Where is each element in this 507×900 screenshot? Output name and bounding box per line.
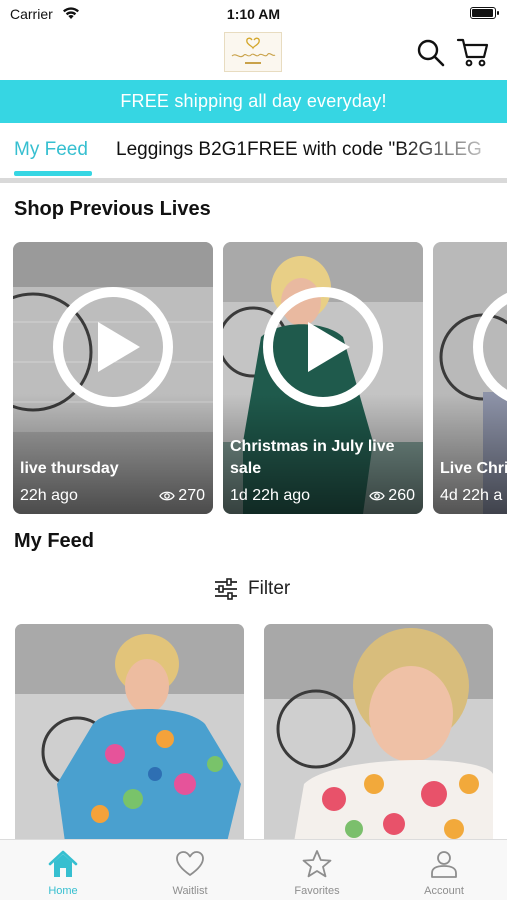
star-icon — [302, 850, 332, 878]
play-icon[interactable] — [472, 286, 507, 408]
tabbar-item-home[interactable]: Home — [0, 840, 126, 900]
live-title: Live Chri — [440, 460, 507, 477]
section-title-my-feed: My Feed — [14, 530, 95, 552]
tabbar-item-account[interactable]: Account — [381, 840, 507, 900]
battery-icon — [470, 7, 499, 19]
live-age: 22h ago — [20, 487, 78, 504]
live-meta: 1d 22h ago 260 — [230, 487, 415, 505]
feed-product-card[interactable] — [264, 624, 493, 842]
tabs-divider — [0, 178, 507, 183]
category-tabs: My Feed Leggings B2G1FREE with code "B2G… — [0, 123, 507, 179]
tabbar-label: Account — [424, 885, 464, 897]
home-icon — [48, 850, 78, 877]
battery-level — [472, 9, 493, 17]
account-icon — [431, 851, 457, 878]
live-meta: 4d 22h a — [440, 487, 507, 505]
live-meta: 22h ago 270 — [20, 487, 205, 505]
tabbar-label: Home — [48, 885, 78, 897]
brand-logo-mark — [231, 37, 276, 64]
live-title: Christmas in July live sale — [230, 438, 395, 477]
filter-button[interactable]: Filter — [214, 575, 290, 603]
live-card[interactable]: Christmas in July live sale 1d 22h ago 2… — [223, 242, 423, 514]
sliders-icon — [215, 578, 237, 600]
live-age: 4d 22h a — [440, 487, 503, 504]
live-title: live thursday — [20, 460, 119, 477]
eye-icon — [369, 491, 386, 501]
section-title-previous-lives: Shop Previous Lives — [14, 198, 211, 220]
search-icon[interactable] — [416, 38, 446, 68]
tab-my-feed[interactable]: My Feed — [14, 139, 88, 161]
live-card[interactable]: Live Chri 4d 22h a — [433, 242, 507, 514]
play-icon[interactable] — [52, 286, 174, 408]
app-header — [0, 28, 507, 80]
product-photo — [264, 624, 493, 842]
live-age: 1d 22h ago — [230, 487, 311, 504]
live-views: 260 — [369, 487, 415, 505]
promo-banner[interactable]: FREE shipping all day everyday! — [0, 80, 507, 123]
live-view-count: 260 — [388, 487, 415, 504]
eye-icon — [159, 491, 176, 501]
promo-banner-text: FREE shipping all day everyday! — [120, 91, 387, 111]
brand-logo[interactable] — [224, 32, 282, 72]
previous-lives-carousel[interactable]: live thursday 22h ago 270 Christmas in J… — [0, 242, 507, 516]
status-bar: Carrier 1:10 AM — [0, 0, 507, 28]
cart-icon[interactable] — [456, 36, 490, 68]
tabbar-label: Favorites — [294, 885, 340, 897]
live-views: 270 — [159, 487, 205, 505]
live-view-count: 270 — [178, 487, 205, 504]
live-card[interactable]: live thursday 22h ago 270 — [13, 242, 213, 514]
heart-icon — [176, 851, 204, 876]
bottom-tab-bar: Home Waitlist Favorites Account — [0, 839, 507, 900]
product-photo — [15, 624, 244, 842]
play-icon[interactable] — [262, 286, 384, 408]
active-tab-indicator — [14, 171, 92, 176]
feed-product-card[interactable] — [15, 624, 244, 842]
clock: 1:10 AM — [226, 6, 281, 22]
tabbar-item-waitlist[interactable]: Waitlist — [127, 840, 253, 900]
filter-label: Filter — [248, 578, 291, 599]
tabbar-label: Waitlist — [172, 885, 208, 897]
tabbar-item-favorites[interactable]: Favorites — [254, 840, 380, 900]
tab-leggings-promo[interactable]: Leggings B2G1FREE with code "B2G1LEG — [116, 139, 482, 161]
